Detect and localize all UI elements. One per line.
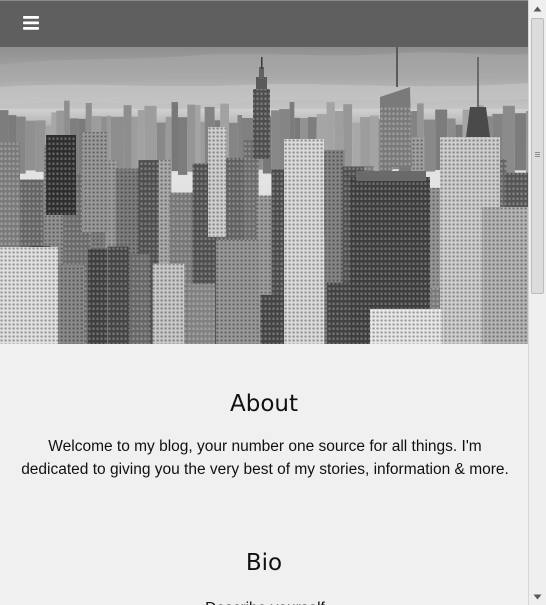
scrollbar-thumb[interactable] bbox=[531, 18, 544, 294]
scroll-up-arrow-icon[interactable] bbox=[529, 0, 546, 17]
about-description: Welcome to my blog, your number one sour… bbox=[21, 438, 509, 478]
vertical-scrollbar[interactable] bbox=[528, 0, 546, 605]
browser-page: About Welcome to my blog, your number on… bbox=[0, 0, 546, 605]
top-navigation-bar bbox=[0, 0, 528, 47]
scroll-down-arrow-icon[interactable] bbox=[529, 588, 546, 605]
bio-heading: Bio bbox=[245, 550, 283, 576]
grip-line-icon bbox=[535, 152, 540, 153]
grip-line-icon bbox=[535, 156, 540, 157]
hero-city-image bbox=[0, 47, 528, 344]
page-content: About Welcome to my blog, your number on… bbox=[0, 0, 528, 605]
hamburger-menu-icon[interactable] bbox=[23, 15, 41, 31]
about-heading: About bbox=[229, 391, 298, 417]
city-skyline-photo bbox=[0, 47, 528, 344]
bio-description: Describe yourself bbox=[20, 597, 510, 605]
grip-line-icon bbox=[535, 154, 540, 155]
